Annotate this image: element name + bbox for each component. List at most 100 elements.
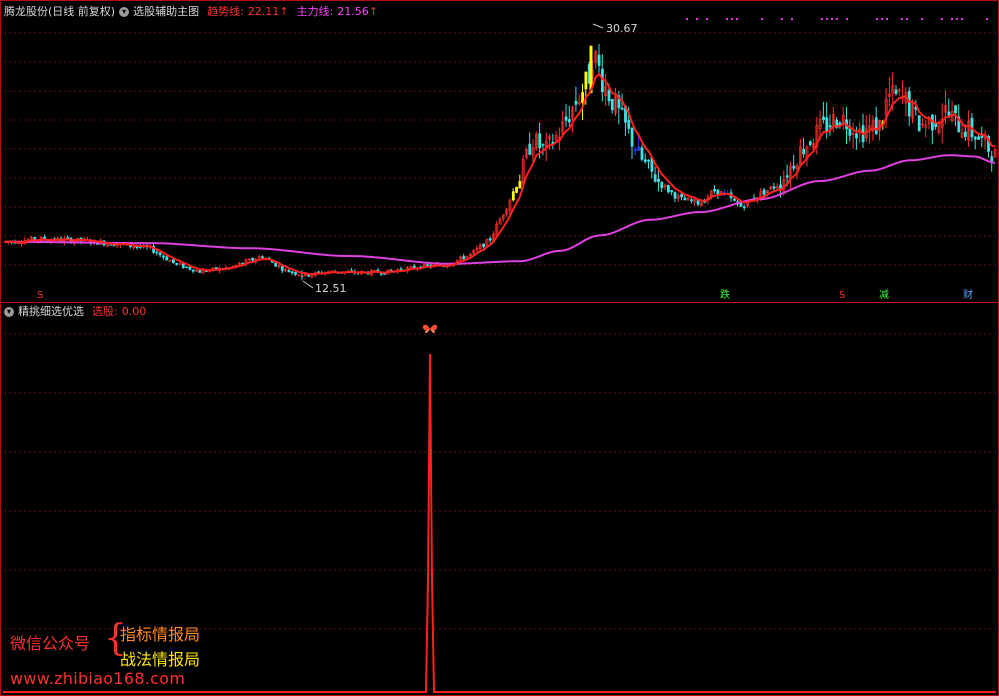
candle-body xyxy=(574,100,578,105)
candle-body xyxy=(802,149,806,155)
candle-body xyxy=(640,147,644,160)
bottom-panel-header: ▾ 精挑细选优选 选股: 0.00 xyxy=(4,304,146,320)
circle-down-icon[interactable]: ▾ xyxy=(119,7,130,17)
candle-body xyxy=(287,270,291,273)
bottom-indicator-title[interactable]: 精挑细选优选 xyxy=(18,304,84,320)
dot-marker xyxy=(961,18,963,20)
candle-body xyxy=(825,117,829,132)
candle-body xyxy=(567,119,571,123)
candle-body xyxy=(564,116,568,121)
chart-window: { "top_header": { "stock_name": "腾龙股份(日线… xyxy=(0,0,999,696)
dot-marker xyxy=(951,18,953,20)
watermark-wechat: 微信公众号 xyxy=(10,634,91,653)
high-annotation-leader xyxy=(592,23,604,29)
candle-body xyxy=(191,269,195,272)
panel-separator xyxy=(0,302,999,303)
candle-body xyxy=(528,143,532,155)
candle-body xyxy=(541,144,545,146)
candle-body xyxy=(792,165,796,169)
candle-body xyxy=(762,189,766,195)
dot-marker xyxy=(836,18,838,20)
candle-body xyxy=(280,266,284,271)
candle-body xyxy=(597,54,601,66)
candle-body xyxy=(165,256,169,261)
select-label: 选股: xyxy=(92,305,118,318)
candle-body xyxy=(488,238,492,241)
trend-line-value: 22.11 xyxy=(247,5,280,18)
candle-body xyxy=(680,194,684,198)
candle-body xyxy=(713,189,717,192)
candle-body xyxy=(822,116,825,120)
main-line-label: 主力线: xyxy=(296,5,334,18)
low-annotation-leader xyxy=(302,280,314,289)
dot-marker xyxy=(956,18,958,20)
indicator-title[interactable]: 选股辅助主图 xyxy=(133,4,199,20)
candle-body xyxy=(973,136,977,140)
candle-body xyxy=(168,260,172,262)
candle-body xyxy=(855,133,858,139)
signal-marker: 减 xyxy=(879,290,889,301)
candle-body xyxy=(785,175,789,178)
signal-marker: 财 xyxy=(963,290,973,301)
candle-body xyxy=(610,99,614,111)
candle-body xyxy=(673,192,677,199)
low-annotation: 12.51 xyxy=(315,282,347,295)
top-right-dot-markers xyxy=(686,18,988,20)
candle-body xyxy=(874,117,878,135)
candle-body xyxy=(188,266,192,270)
candle-body xyxy=(633,149,637,151)
candle-body xyxy=(808,141,812,145)
candle-body xyxy=(977,136,981,140)
dot-marker xyxy=(696,18,698,20)
candle-body xyxy=(630,127,634,147)
watermark-site: www.zhibiao168.com xyxy=(10,669,186,688)
dot-marker xyxy=(901,18,903,20)
candle-body xyxy=(294,272,297,275)
candle-body xyxy=(261,256,264,259)
candle-body xyxy=(657,178,660,182)
candle-body xyxy=(584,71,588,90)
candle-body xyxy=(518,181,522,189)
candle-body xyxy=(647,159,651,162)
dot-marker xyxy=(846,18,848,20)
dot-marker xyxy=(706,18,708,20)
watermark-name-2: 战法情报局 xyxy=(120,650,201,669)
candle-body xyxy=(828,125,832,128)
signal-marker: S xyxy=(37,290,44,301)
dot-marker xyxy=(726,18,728,20)
candle-body xyxy=(690,199,693,202)
bottom-panel-grid xyxy=(4,333,996,630)
dot-marker xyxy=(941,18,943,20)
signal-marker: 跌 xyxy=(720,290,730,301)
candle-body xyxy=(742,206,746,209)
candle-body xyxy=(581,92,585,103)
candle-body xyxy=(627,119,631,129)
candle-body xyxy=(643,159,647,162)
circle-down-icon[interactable]: ▾ xyxy=(4,307,14,317)
candle-body xyxy=(155,251,159,254)
dot-marker xyxy=(781,18,783,20)
stock-title: 腾龙股份(日线 前复权) xyxy=(4,5,116,18)
candle-body xyxy=(917,115,921,132)
dot-marker xyxy=(881,18,883,20)
candle-body xyxy=(185,266,189,269)
candle-body xyxy=(198,270,202,273)
candle-body xyxy=(162,255,165,258)
candle-body xyxy=(175,263,179,265)
candle-body xyxy=(739,202,743,207)
top-panel-grid xyxy=(4,32,996,266)
candle-body xyxy=(934,123,938,127)
butterfly-icon xyxy=(422,324,438,333)
candle-body xyxy=(620,107,624,110)
dot-marker xyxy=(986,18,988,20)
candle-body xyxy=(426,264,429,266)
main-line-value: 21.56 xyxy=(337,5,369,18)
candle-body xyxy=(462,256,466,260)
price-chart[interactable]: 30.67 12.51 xyxy=(0,0,999,696)
dot-marker xyxy=(886,18,888,20)
candle-body xyxy=(670,190,674,193)
top-panel-header: 腾龙股份(日线 前复权) ▾ 选股辅助主图 趋势线: 22.11 ↑ 主力线: … xyxy=(4,4,378,20)
candle-body xyxy=(135,246,139,248)
candle-body xyxy=(607,90,611,102)
candle-body xyxy=(666,185,670,193)
